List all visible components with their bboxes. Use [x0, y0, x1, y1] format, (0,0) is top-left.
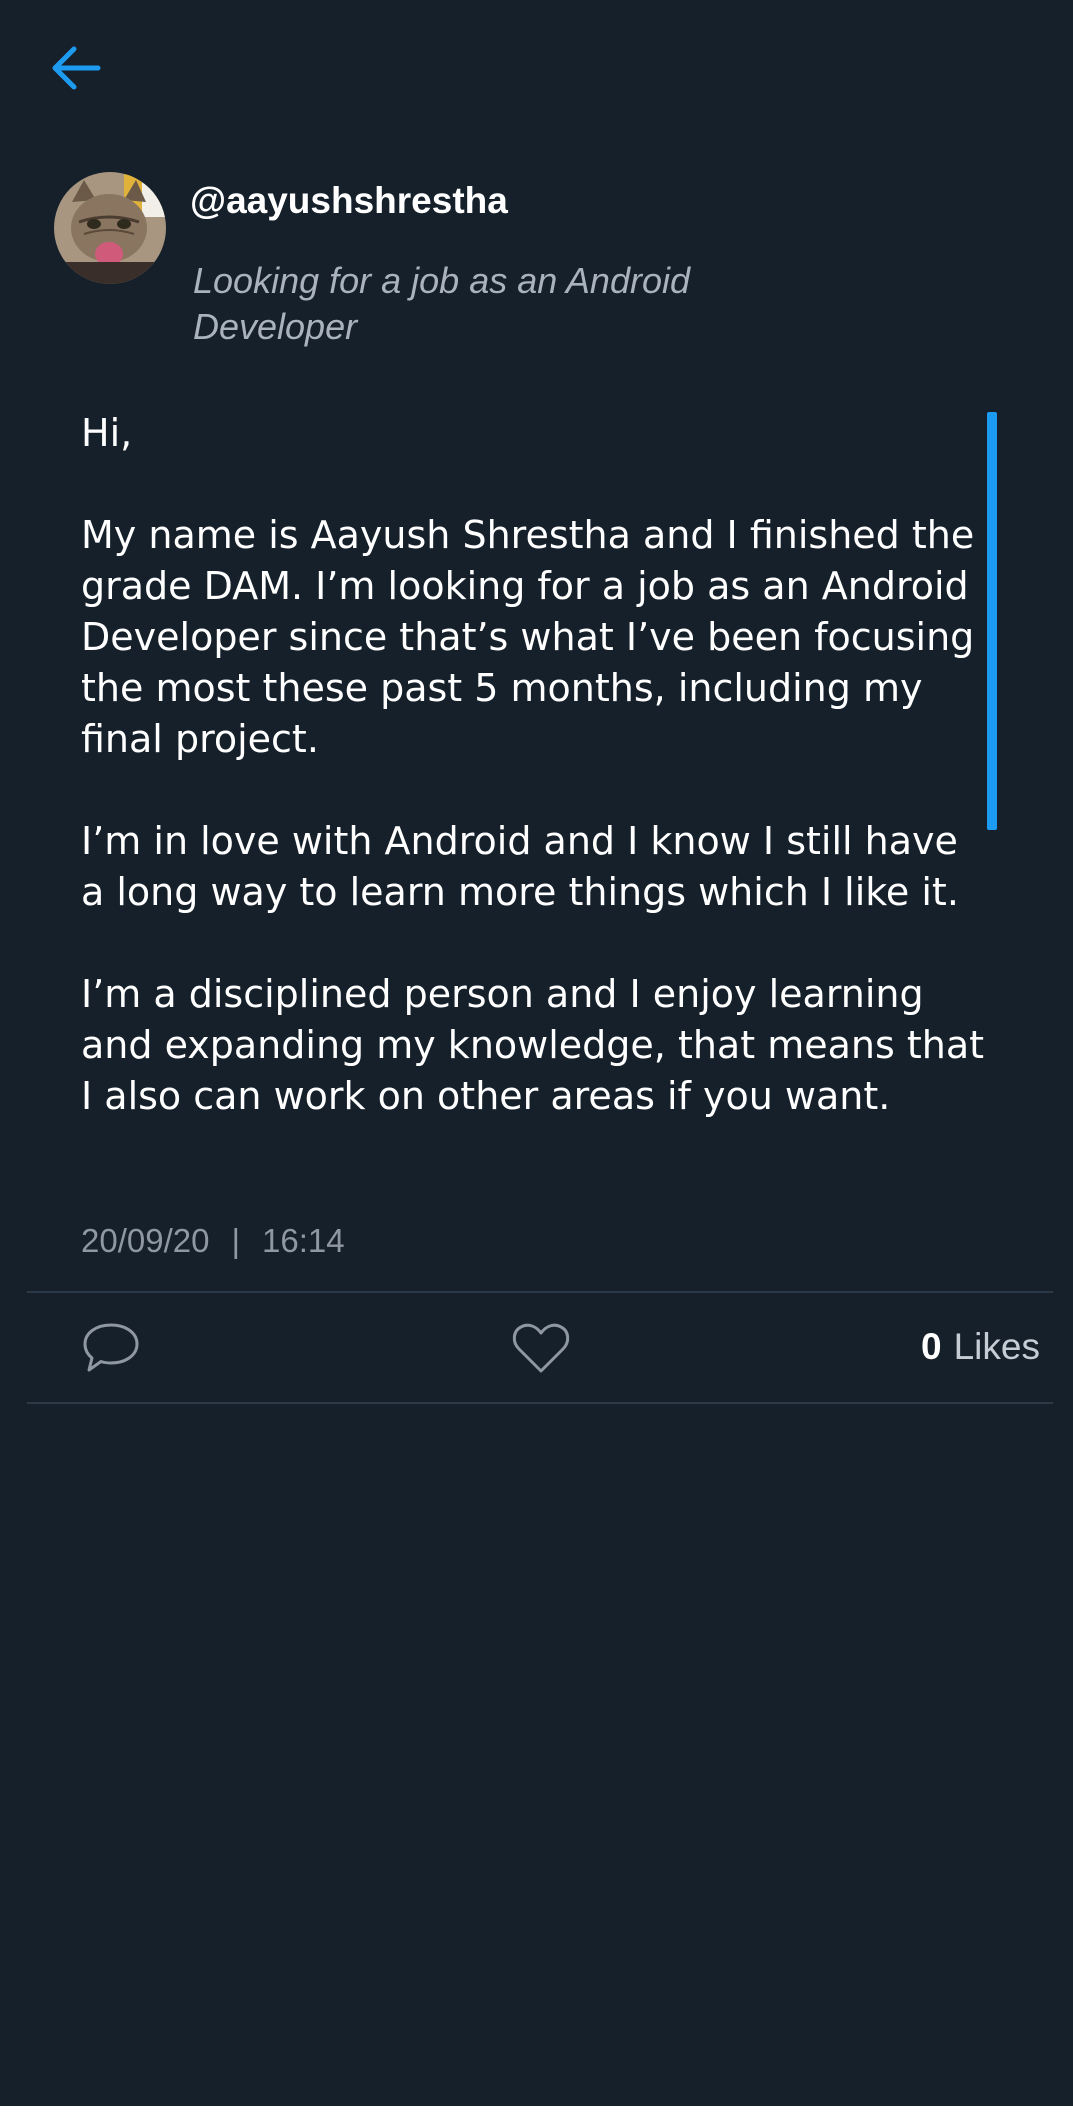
comment-button[interactable]: [80, 1320, 142, 1376]
arrow-left-icon: [52, 46, 101, 90]
avatar[interactable]: [54, 172, 166, 284]
username[interactable]: @aayushshrestha: [190, 180, 508, 222]
likes-label: Likes: [953, 1326, 1040, 1367]
timestamp-separator: |: [231, 1222, 241, 1259]
post-date: 20/09/20: [81, 1222, 210, 1259]
post-body: Hi, My name is Aayush Shrestha and I fin…: [81, 411, 985, 1118]
divider-top: [27, 1291, 1053, 1293]
cat-avatar-image: [54, 172, 166, 284]
heart-icon: [512, 1323, 570, 1373]
post-timestamp: 20/09/20 | 16:14: [81, 1222, 345, 1260]
bottom-edge: [0, 2106, 1073, 2112]
like-button[interactable]: [510, 1320, 572, 1376]
likes-counter: 0 Likes: [921, 1326, 1040, 1368]
scrollbar[interactable]: [987, 412, 997, 830]
comment-bubble-icon: [83, 1323, 139, 1372]
post-time: 16:14: [262, 1222, 345, 1259]
user-bio: Looking for a job as an Android Develope…: [193, 260, 691, 347]
likes-count: 0: [921, 1326, 942, 1367]
divider-bottom: [27, 1402, 1053, 1404]
back-button[interactable]: [46, 38, 106, 98]
